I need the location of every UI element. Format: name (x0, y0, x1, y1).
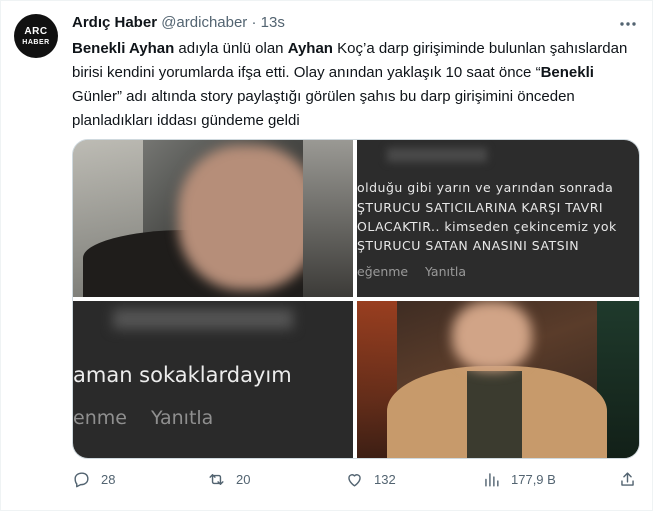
reply-count: 28 (101, 472, 116, 487)
media-comment-screenshot-2[interactable]: aman sokaklardayım enme Yanıtla (73, 301, 353, 458)
author-name[interactable]: Ardıç Haber (72, 14, 157, 31)
like-button[interactable]: 132 (345, 470, 396, 489)
comment-line: ŞTURUCU SATICILARINA KARŞI TAVRI (357, 200, 604, 215)
timestamp[interactable]: 13s (261, 14, 285, 31)
media-grid: olduğu gibi yarın ve yarından sonrada ŞT… (72, 139, 640, 459)
comment-line: aman sokaklardayım (73, 363, 292, 387)
separator-dot: · (251, 14, 257, 31)
share-button[interactable] (618, 470, 647, 489)
like-count: 132 (374, 472, 396, 487)
views-count: 177,9 B (511, 472, 556, 487)
avatar[interactable]: ARC HABER (14, 14, 58, 58)
comment-line: ŞTURUCU SATAN ANASINI SATSIN (357, 238, 580, 253)
share-icon (621, 472, 634, 486)
retweet-button[interactable]: 20 (207, 470, 250, 489)
like-icon (348, 474, 361, 487)
reply-icon (74, 472, 89, 488)
tweet-text-bold: Benekli (540, 64, 594, 81)
author-handle[interactable]: @ardichaber (161, 14, 247, 31)
tweet-text-span: Günler” adı altında story paylaştığı gör… (72, 88, 575, 129)
more-icon[interactable] (618, 14, 638, 34)
retweet-count: 20 (236, 472, 251, 487)
avatar-line1: ARC (24, 25, 48, 37)
tweet-text: Benekli Ayhan adıyla ünlü olan Ayhan Koç… (72, 37, 632, 133)
retweet-icon (209, 474, 224, 485)
comment-reply-label: Yanıtla (425, 264, 467, 279)
media-comment-screenshot-1[interactable]: olduğu gibi yarın ve yarından sonrada ŞT… (357, 140, 639, 297)
comment-line: olduğu gibi yarın ve yarından sonrada (357, 180, 614, 195)
tweet-text-bold: Ayhan (287, 40, 333, 57)
media-photo-man[interactable] (357, 301, 639, 458)
tweet-text-bold: Benekli Ayhan (72, 40, 175, 57)
views-button[interactable]: 177,9 B (482, 470, 556, 489)
views-icon (485, 473, 499, 487)
comment-like-label: enme (73, 407, 127, 429)
comment-reply-label: Yanıtla (151, 407, 214, 429)
avatar-line2: HABER (22, 38, 50, 46)
tweet-header: Ardıç Haber @ardichaber · 13s (72, 14, 285, 31)
reply-button[interactable]: 28 (72, 470, 115, 489)
comment-like-label: eğenme (357, 264, 409, 279)
action-bar: 28 20 132 177,9 B (72, 470, 638, 494)
media-photo-selfie[interactable] (73, 140, 353, 297)
comment-line: OLACAKTIR.. kimseden çekincemiz yok (357, 219, 617, 234)
tweet-text-span: adıyla ünlü olan (174, 40, 288, 57)
